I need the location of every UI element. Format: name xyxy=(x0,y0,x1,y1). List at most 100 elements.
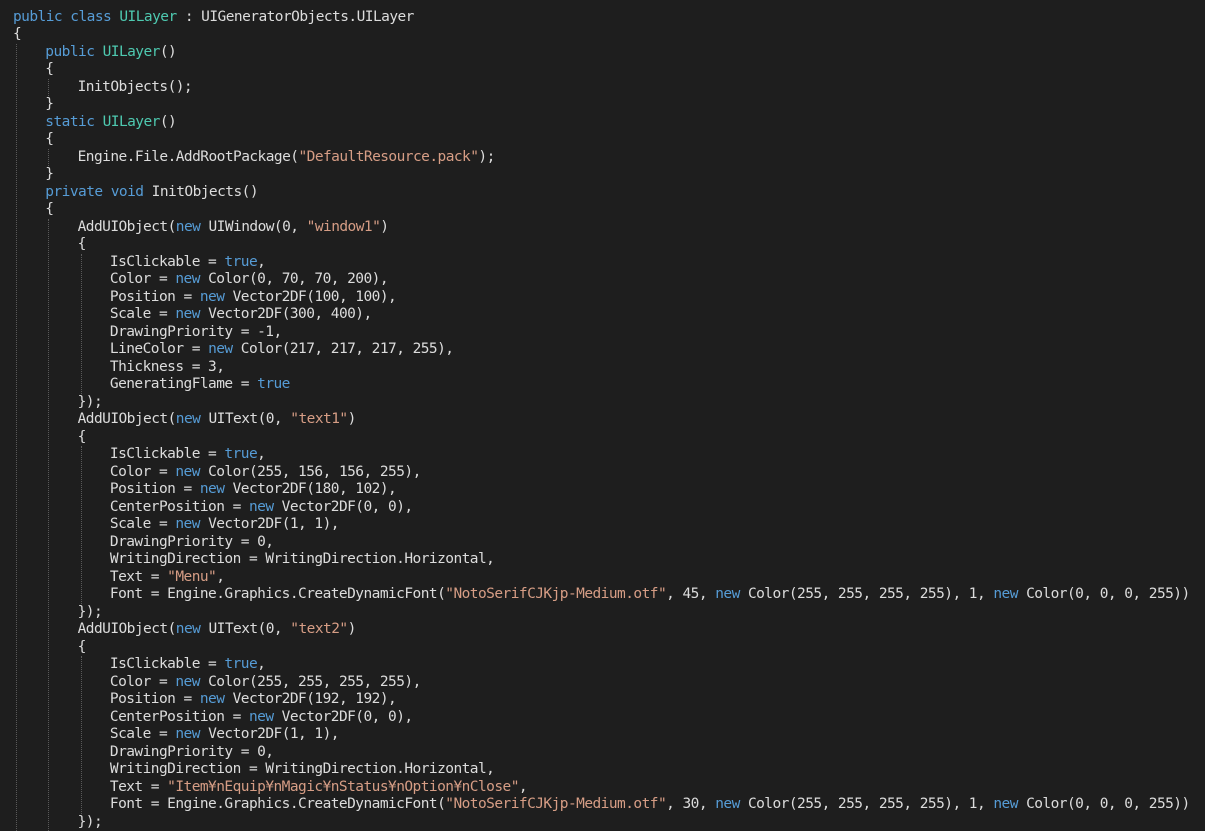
code-token: class xyxy=(70,9,111,25)
indent-guide xyxy=(48,79,49,97)
code-line: }); xyxy=(78,814,103,831)
code-line: } xyxy=(45,96,53,114)
code-token: new xyxy=(715,796,740,812)
code-token: Color = xyxy=(110,674,175,690)
code-token: , xyxy=(257,656,265,672)
code-line: static UILayer() xyxy=(45,114,176,132)
code-token: UIWindow(0, xyxy=(200,219,306,235)
code-token: new xyxy=(993,586,1018,602)
code-token: { xyxy=(45,61,53,77)
code-token: new xyxy=(175,464,200,480)
code-token: ) xyxy=(380,219,388,235)
code-token: WritingDirection = WritingDirection.Hori… xyxy=(110,761,494,777)
code-token: "NotoSerifCJKjp-Medium.otf" xyxy=(445,586,666,602)
code-token: Scale = xyxy=(110,306,175,322)
code-token: , xyxy=(257,254,265,270)
code-token: }); xyxy=(78,604,103,620)
code-line: { xyxy=(45,131,53,149)
code-token: Position = xyxy=(110,481,200,497)
code-line: private void InitObjects() xyxy=(45,184,258,202)
code-line: { xyxy=(13,26,21,44)
code-line: IsClickable = true, xyxy=(110,254,265,272)
code-token: ) xyxy=(348,411,356,427)
code-token: public xyxy=(13,9,62,25)
code-token: Vector2DF(100, 100), xyxy=(224,289,396,305)
code-token: "text2" xyxy=(290,621,347,637)
code-token: { xyxy=(78,429,86,445)
code-line: DrawingPriority = -1, xyxy=(110,324,282,342)
code-token: Vector2DF(192, 192), xyxy=(224,691,396,707)
code-token xyxy=(94,44,102,60)
code-line: { xyxy=(78,236,86,254)
code-token: private xyxy=(45,184,102,200)
code-line: { xyxy=(45,61,53,79)
code-token: new xyxy=(715,586,740,602)
code-token: public xyxy=(45,44,94,60)
code-token: Scale = xyxy=(110,726,175,742)
code-line: { xyxy=(78,639,86,657)
code-token: "window1" xyxy=(307,219,381,235)
code-token: new xyxy=(175,271,200,287)
code-line: Position = new Vector2DF(100, 100), xyxy=(110,289,396,307)
code-token: CenterPosition = xyxy=(110,499,249,515)
code-token: new xyxy=(249,709,274,725)
code-line: AddUIObject(new UIText(0, "text2") xyxy=(78,621,356,639)
code-token: LineColor = xyxy=(110,341,208,357)
code-token xyxy=(103,184,111,200)
code-token: InitObjects(); xyxy=(78,79,193,95)
code-token: , 45, xyxy=(666,586,715,602)
code-line: WritingDirection = WritingDirection.Hori… xyxy=(110,761,494,779)
code-token: new xyxy=(200,691,225,707)
code-token: Font = Engine.Graphics.CreateDynamicFont… xyxy=(110,796,445,812)
code-token: CenterPosition = xyxy=(110,709,249,725)
code-line: public UILayer() xyxy=(45,44,176,62)
code-token: DrawingPriority = 0, xyxy=(110,534,274,550)
code-token: IsClickable = xyxy=(110,254,225,270)
code-line: { xyxy=(45,201,53,219)
code-line: Scale = new Vector2DF(1, 1), xyxy=(110,516,339,534)
code-token: { xyxy=(45,131,53,147)
code-token: }); xyxy=(78,394,103,410)
code-token: Color(0, 0, 0, 255)) xyxy=(1018,586,1190,602)
code-token: new xyxy=(176,219,201,235)
code-token xyxy=(94,114,102,130)
code-token: "DefaultResource.pack" xyxy=(298,149,478,165)
code-token: Vector2DF(1, 1), xyxy=(200,726,339,742)
code-token: Color(255, 255, 255, 255), xyxy=(200,674,421,690)
indent-guide xyxy=(48,149,49,167)
code-token: new xyxy=(176,621,201,637)
code-token: new xyxy=(175,674,200,690)
code-token: "text1" xyxy=(290,411,347,427)
code-line: Color = new Color(0, 70, 70, 200), xyxy=(110,271,388,289)
code-token: new xyxy=(200,289,225,305)
code-token: UIText(0, xyxy=(200,411,290,427)
code-token: , xyxy=(216,569,224,585)
code-token: true xyxy=(224,446,257,462)
code-line: Text = "Item¥nEquip¥nMagic¥nStatus¥nOpti… xyxy=(110,779,527,797)
code-line: }); xyxy=(78,604,103,622)
code-line: public class UILayer : UIGeneratorObject… xyxy=(13,9,414,27)
code-line: GeneratingFlame = true xyxy=(110,376,290,394)
code-token: true xyxy=(224,656,257,672)
code-token: Vector2DF(300, 400), xyxy=(200,306,372,322)
code-token: UILayer xyxy=(119,9,176,25)
code-token: UILayer xyxy=(103,44,160,60)
code-token: IsClickable = xyxy=(110,446,225,462)
code-token: Vector2DF(0, 0), xyxy=(274,709,413,725)
code-line: WritingDirection = WritingDirection.Hori… xyxy=(110,551,494,569)
code-token: Color = xyxy=(110,464,175,480)
code-editor[interactable]: public class UILayer : UIGeneratorObject… xyxy=(0,0,1205,816)
code-token: UILayer xyxy=(103,114,160,130)
code-token: "NotoSerifCJKjp-Medium.otf" xyxy=(445,796,666,812)
code-token: new xyxy=(993,796,1018,812)
code-token: { xyxy=(45,201,53,217)
code-token: AddUIObject( xyxy=(78,411,176,427)
code-line: AddUIObject(new UIWindow(0, "window1") xyxy=(78,219,389,237)
code-line: Font = Engine.Graphics.CreateDynamicFont… xyxy=(110,796,1190,814)
code-token: new xyxy=(200,481,225,497)
code-token: Position = xyxy=(110,691,200,707)
code-token: () xyxy=(160,114,176,130)
code-token: new xyxy=(208,341,233,357)
code-token: Color(217, 217, 217, 255), xyxy=(233,341,454,357)
code-line: Position = new Vector2DF(180, 102), xyxy=(110,481,396,499)
